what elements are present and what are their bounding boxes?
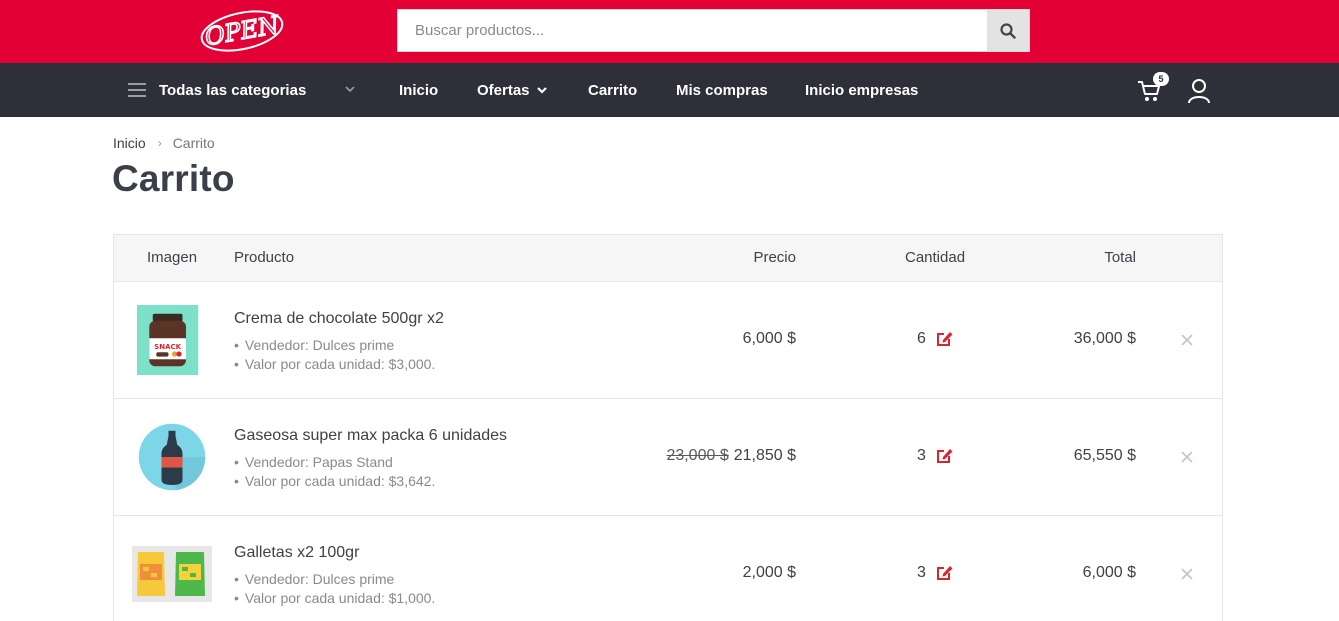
svg-text:SNACK: SNACK	[154, 343, 181, 351]
main-nav: Todas las categorias Inicio Ofertas Carr…	[0, 63, 1339, 117]
search-input[interactable]	[398, 10, 987, 51]
product-unit-value: • Valor por cada unidad: $3,642.	[234, 473, 436, 489]
product-price: 6,000 $	[743, 330, 796, 348]
vendor-text: Vendedor: Dulces prime	[244, 571, 395, 587]
edit-icon[interactable]	[934, 329, 954, 348]
search-box	[397, 9, 1030, 52]
product-unit-value: • Valor por cada unidad: $3,000.	[234, 356, 436, 372]
categories-label: Todas las categorias	[159, 81, 307, 99]
product-total: 6,000 $	[1082, 564, 1136, 581]
price-current: 6,000 $	[742, 330, 796, 347]
edit-icon[interactable]	[934, 563, 954, 582]
nav-label: Ofertas	[477, 81, 530, 99]
product-quantity: 3	[917, 447, 926, 464]
product-name[interactable]: Gaseosa super max packa 6 unidades	[234, 427, 507, 445]
product-price: 23,000 $21,850 $	[666, 447, 796, 465]
cart-count-badge: 5	[1153, 72, 1169, 86]
unit-value-text: Valor por cada unidad: $3,642.	[244, 473, 436, 489]
product-price: 2,000 $	[743, 564, 796, 582]
table-row: Gaseosa super max packa 6 unidades • Vend…	[114, 399, 1222, 516]
product-vendor: • Vendedor: Papas Stand	[234, 454, 393, 470]
snack-bags-image	[132, 546, 212, 602]
nav-item-inicio-empresas[interactable]: Inicio empresas	[805, 63, 918, 117]
header-image: Imagen	[147, 249, 198, 266]
search-button[interactable]	[987, 10, 1029, 51]
chevron-down-icon	[536, 87, 547, 94]
search-icon	[1000, 22, 1016, 39]
product-name[interactable]: Crema de chocolate 500gr x2	[234, 310, 444, 328]
nav-label: Mis compras	[676, 81, 768, 99]
product-vendor: • Vendedor: Dulces prime	[234, 337, 395, 353]
close-icon[interactable]	[1180, 450, 1194, 464]
table-row: SNACK Crema de chocolate 500gr x2 • Vende…	[114, 282, 1222, 399]
nav-item-mis-compras[interactable]: Mis compras	[676, 63, 768, 117]
price-old: 23,000 $	[666, 447, 729, 464]
chevron-right-icon: ›	[157, 136, 162, 150]
top-header: OPEN	[0, 0, 1339, 63]
nav-label: Carrito	[588, 81, 638, 99]
menu-icon	[128, 83, 146, 97]
nav-label: Inicio	[399, 81, 439, 99]
user-icon[interactable]	[1187, 78, 1211, 104]
edit-icon[interactable]	[934, 446, 954, 465]
product-unit-value: • Valor por cada unidad: $1,000.	[234, 590, 436, 606]
product-name[interactable]: Galletas x2 100gr	[234, 544, 359, 562]
table-row: Galletas x2 100gr • Vendedor: Dulces prim…	[114, 516, 1222, 621]
header-price: Precio	[753, 249, 796, 266]
categories-dropdown[interactable]: Todas las categorias	[128, 63, 360, 117]
vendor-text: Vendedor: Papas Stand	[244, 454, 393, 470]
close-icon[interactable]	[1180, 333, 1194, 347]
breadcrumb-current: Carrito	[172, 135, 215, 151]
logo-text: OPEN	[203, 11, 282, 52]
table-header: Imagen Producto Precio Cantidad Total	[114, 235, 1222, 282]
price-current: 21,850 $	[733, 447, 796, 464]
unit-value-text: Valor por cada unidad: $3,000.	[244, 356, 436, 372]
product-quantity: 6	[917, 330, 926, 347]
header-total: Total	[1104, 249, 1136, 266]
nav-item-ofertas[interactable]: Ofertas	[477, 63, 548, 117]
soda-bottle-image	[138, 423, 206, 491]
nav-label: Inicio empresas	[805, 81, 919, 99]
nutella-jar-image: SNACK	[137, 305, 199, 375]
header-product: Producto	[234, 249, 295, 266]
open-sign-logo: OPEN	[200, 10, 284, 52]
product-vendor: • Vendedor: Dulces prime	[234, 571, 395, 587]
price-current: 2,000 $	[742, 564, 796, 581]
vendor-text: Vendedor: Dulces prime	[244, 337, 395, 353]
unit-value-text: Valor por cada unidad: $1,000.	[244, 590, 436, 606]
product-quantity: 3	[917, 564, 926, 581]
breadcrumb-home[interactable]: Inicio	[113, 135, 146, 151]
chevron-down-icon	[345, 86, 355, 93]
logo[interactable]: OPEN	[198, 8, 286, 54]
breadcrumb: Inicio › Carrito	[113, 135, 215, 151]
close-icon[interactable]	[1180, 567, 1194, 581]
page-title: Carrito	[112, 158, 235, 199]
product-total: 65,550 $	[1073, 447, 1136, 464]
cart-table: Imagen Producto Precio Cantidad Total SN…	[113, 234, 1223, 621]
product-total: 36,000 $	[1073, 330, 1136, 347]
nav-item-inicio[interactable]: Inicio	[399, 63, 438, 117]
nav-item-carrito[interactable]: Carrito	[588, 63, 637, 117]
header-quantity: Cantidad	[905, 249, 966, 266]
